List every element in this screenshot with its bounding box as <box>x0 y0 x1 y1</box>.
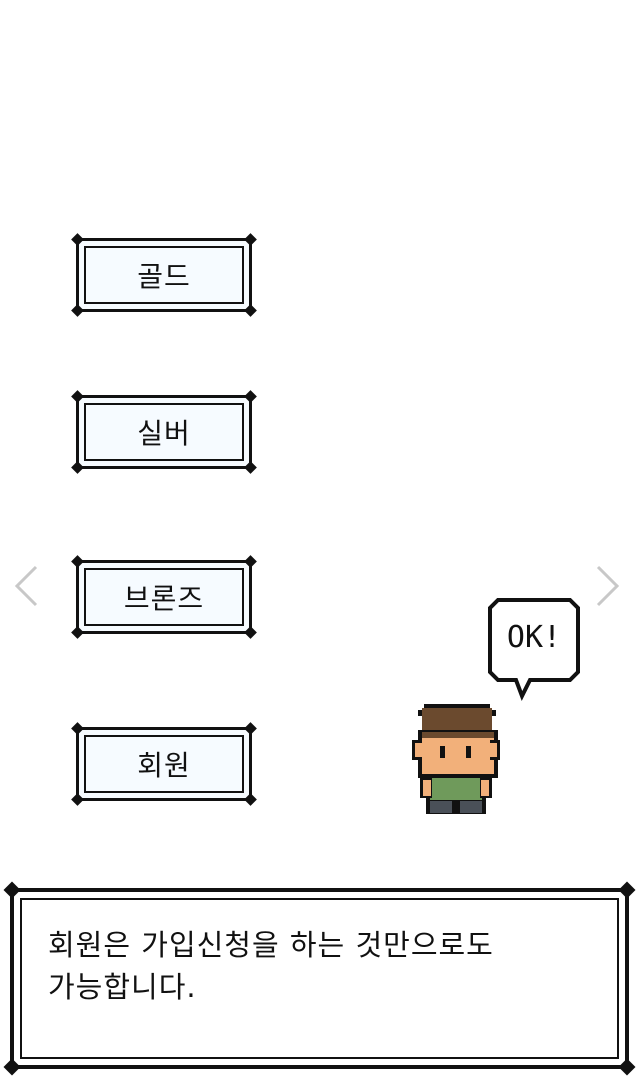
dialog-line-1: 회원은 가입신청을 하는 것만으로도 <box>48 928 494 962</box>
corner-ornament <box>244 555 257 568</box>
corner-ornament <box>71 233 84 246</box>
corner-ornament <box>244 626 257 639</box>
corner-ornament <box>71 793 84 806</box>
member-button-label: 회원 <box>137 749 191 782</box>
corner-ornament <box>3 881 21 899</box>
speech-bubble-text: OK! <box>506 620 562 655</box>
gold-button[interactable]: 골드 <box>71 233 257 317</box>
corner-ornament <box>71 461 84 474</box>
corner-ornament <box>71 390 84 403</box>
corner-ornament <box>618 1058 636 1076</box>
corner-ornament <box>244 304 257 317</box>
member-button[interactable]: 회원 <box>71 722 257 806</box>
corner-ornament <box>71 722 84 735</box>
corner-ornament <box>244 722 257 735</box>
corner-ornament <box>244 233 257 246</box>
dialog-text: 회원은 가입신청을 하는 것만으로도 가능합니다. <box>48 924 598 1008</box>
corner-ornament <box>244 793 257 806</box>
corner-ornament <box>3 1058 21 1076</box>
corner-ornament <box>244 390 257 403</box>
gold-button-label: 골드 <box>137 260 191 293</box>
dialog-line-2: 가능합니다. <box>48 970 197 1004</box>
corner-ornament <box>71 626 84 639</box>
silver-button[interactable]: 실버 <box>71 390 257 474</box>
corner-ornament <box>244 461 257 474</box>
corner-ornament <box>71 555 84 568</box>
chevron-left-icon[interactable] <box>14 565 38 607</box>
corner-ornament <box>618 881 636 899</box>
character-sprite <box>412 704 500 814</box>
corner-ornament <box>71 304 84 317</box>
chevron-right-icon[interactable] <box>596 565 620 607</box>
bronze-button-label: 브론즈 <box>123 582 205 615</box>
silver-button-label: 실버 <box>137 417 191 450</box>
bronze-button[interactable]: 브론즈 <box>71 555 257 639</box>
dialog-box: 회원은 가입신청을 하는 것만으로도 가능합니다. <box>3 881 636 1076</box>
